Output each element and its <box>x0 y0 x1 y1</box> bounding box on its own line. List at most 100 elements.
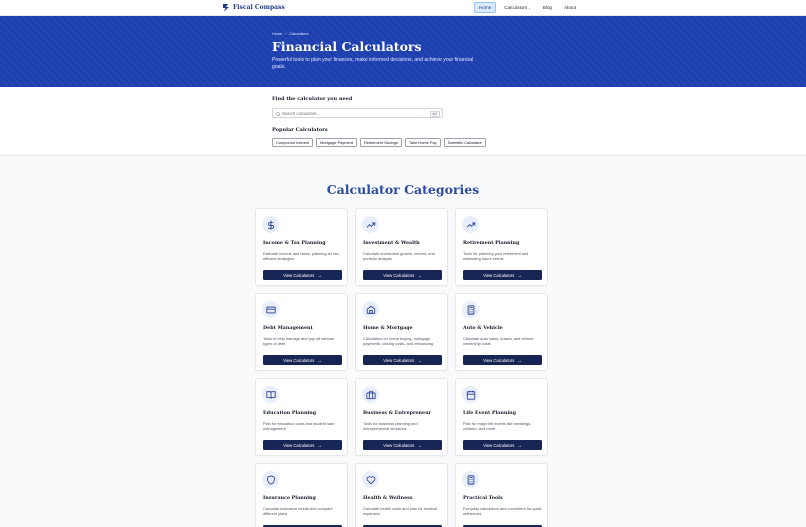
category-card-retirement-planning[interactable]: Retirement Planning Tools for planning yo… <box>455 208 548 286</box>
nav-calculators-label: Calculators <box>504 5 528 10</box>
trend-up-icon <box>366 222 375 227</box>
popular-heading: Popular Calculators <box>272 127 328 133</box>
popular-chips: Compound Interest Mortgage Payment Retir… <box>272 138 486 147</box>
category-description: Calculate health costs and plan for medi… <box>363 506 438 517</box>
view-calculators-label: View Calculators <box>483 357 515 363</box>
view-calculators-label: View Calculators <box>483 442 515 448</box>
category-description: Tools for planning your retirement and e… <box>463 251 529 262</box>
category-title: Business & Entrepreneur <box>363 410 432 416</box>
category-description: Calculate auto loans, leases, and vehicl… <box>463 336 534 347</box>
view-calculators-button[interactable]: View Calculators→ <box>463 440 542 450</box>
category-title: Retirement Planning <box>463 240 520 246</box>
category-card-education-planning[interactable]: Education Planning Plan for education cos… <box>255 378 348 456</box>
breadcrumb: Home › Calculators <box>272 32 308 36</box>
category-card-life-event-planning[interactable]: Life Event Planning Plan for major life e… <box>455 378 548 456</box>
heart-icon-badge <box>362 471 379 488</box>
breadcrumb-separator: › <box>285 32 287 36</box>
arrow-right-icon: → <box>517 357 522 363</box>
briefcase-icon <box>365 390 376 399</box>
category-title: Life Event Planning <box>463 410 517 416</box>
view-calculators-label: View Calculators <box>383 272 415 278</box>
compass-logo-icon <box>223 4 229 12</box>
category-title: Home & Mortgage <box>363 325 413 331</box>
category-description: Calculators for home buying, mortgage pa… <box>363 336 434 347</box>
arrow-right-icon: → <box>417 272 422 278</box>
view-calculators-button[interactable]: View Calculators→ <box>463 270 542 280</box>
nav-blog-link[interactable]: Blog <box>539 2 556 13</box>
view-calculators-button[interactable]: View Calculators→ <box>263 355 342 365</box>
chip-take-home-pay[interactable]: Take-Home Pay <box>404 138 441 147</box>
search-input[interactable] <box>282 109 432 118</box>
view-calculators-label: View Calculators <box>383 357 415 363</box>
view-calculators-label: View Calculators <box>383 442 415 448</box>
search-icon <box>276 111 281 117</box>
view-calculators-button[interactable]: View Calculators→ <box>363 355 442 365</box>
category-card-insurance-planning[interactable]: Insurance Planning Calculate insurance ne… <box>255 463 348 527</box>
top-navbar: Fiscal Compass Home Calculators ⌄ Blog Ab… <box>0 0 806 16</box>
category-description: Calculate insurance needs and compare di… <box>263 506 333 517</box>
arrow-right-icon: → <box>317 272 322 278</box>
category-title: Income & Tax Planning <box>263 240 326 246</box>
view-calculators-button[interactable]: View Calculators→ <box>463 355 542 365</box>
nav-calculators-dropdown[interactable]: Calculators ⌄ <box>500 2 535 13</box>
page-subtitle: Powerful tools to plan your finances, ma… <box>272 57 474 70</box>
category-description: Tools for business planning and entrepre… <box>363 421 418 432</box>
nav-home-link[interactable]: Home <box>474 2 497 13</box>
nav-links: Home Calculators ⌄ Blog About <box>474 2 580 13</box>
view-calculators-button[interactable]: View Calculators→ <box>363 440 442 450</box>
briefcase-icon-badge <box>362 386 379 403</box>
category-title: Debt Management <box>263 325 313 331</box>
search-section: Find the calculator you need ⌘K Popular … <box>0 87 806 156</box>
category-card-investment-and-wealth[interactable]: Investment & Wealth Calculate investment … <box>355 208 448 286</box>
category-card-home-and-mortgage[interactable]: Home & Mortgage Calculators for home buyi… <box>355 293 448 371</box>
chevron-down-icon: ⌄ <box>528 5 531 10</box>
chip-compound-interest[interactable]: Compound Interest <box>272 138 314 147</box>
brand-logo-link[interactable]: Fiscal Compass <box>222 3 285 12</box>
chip-mortgage-payment[interactable]: Mortgage Payment <box>316 138 357 147</box>
heart-icon <box>366 475 375 484</box>
category-title: Education Planning <box>263 410 317 416</box>
category-description: Tools to help manage and pay off various… <box>263 336 334 347</box>
arrow-right-icon: → <box>517 272 522 278</box>
hero-banner: Home › Calculators Financial Calculators… <box>0 16 806 87</box>
view-calculators-button[interactable]: View Calculators→ <box>263 270 342 280</box>
category-card-practical-tools[interactable]: Practical Tools Everyday calculators and … <box>455 463 548 527</box>
category-card-health-and-wellness[interactable]: Health & Wellness Calculate health costs … <box>355 463 448 527</box>
dollar-icon <box>267 219 274 230</box>
dollar-icon-badge <box>262 216 279 233</box>
calculator-icon <box>467 474 474 485</box>
category-description: Plan for major life events like weddings… <box>463 421 532 432</box>
view-calculators-button[interactable]: View Calculators→ <box>263 440 342 450</box>
shield-icon-badge <box>262 471 279 488</box>
view-calculators-label: View Calculators <box>283 357 315 363</box>
category-description: Estimate income and taxes, planning for … <box>263 251 340 262</box>
search-box[interactable]: ⌘K <box>272 108 443 118</box>
calendar-icon <box>466 390 475 400</box>
category-description: Calculate investment growth, returns, an… <box>363 251 435 262</box>
chip-retirement-savings[interactable]: Retirement Savings <box>359 138 402 147</box>
category-description: Plan for education costs and student loa… <box>263 421 335 432</box>
category-description: Everyday calculators and converters for … <box>463 506 542 517</box>
category-card-income-and-tax-planning[interactable]: Income & Tax Planning Estimate income and… <box>255 208 348 286</box>
category-card-debt-management[interactable]: Debt Management Tools to help manage and … <box>255 293 348 371</box>
calendar-icon-badge <box>462 386 479 403</box>
arrow-right-icon: → <box>517 442 522 448</box>
brand-name: Fiscal Compass <box>233 4 285 11</box>
category-card-business-and-entrepreneur[interactable]: Business & Entrepreneur Tools for busines… <box>355 378 448 456</box>
home-icon <box>366 305 375 314</box>
trend-up-icon <box>466 222 475 227</box>
nav-about-link[interactable]: About <box>560 2 580 13</box>
view-calculators-button[interactable]: View Calculators→ <box>363 270 442 280</box>
page-title: Financial Calculators <box>272 39 422 54</box>
credit-card-icon <box>265 306 276 313</box>
category-card-auto-and-vehicle[interactable]: Auto & Vehicle Calculate auto loans, leas… <box>455 293 548 371</box>
category-title: Auto & Vehicle <box>463 325 503 331</box>
nav-about-label: About <box>563 5 576 10</box>
category-title: Investment & Wealth <box>363 240 420 246</box>
chip-scientific-calculator[interactable]: Scientific Calculator <box>443 138 486 147</box>
breadcrumb-home[interactable]: Home <box>272 32 282 36</box>
calculator-icon-badge <box>462 471 479 488</box>
view-calculators-label: View Calculators <box>283 442 315 448</box>
view-calculators-label: View Calculators <box>283 272 315 278</box>
arrow-right-icon: → <box>417 357 422 363</box>
